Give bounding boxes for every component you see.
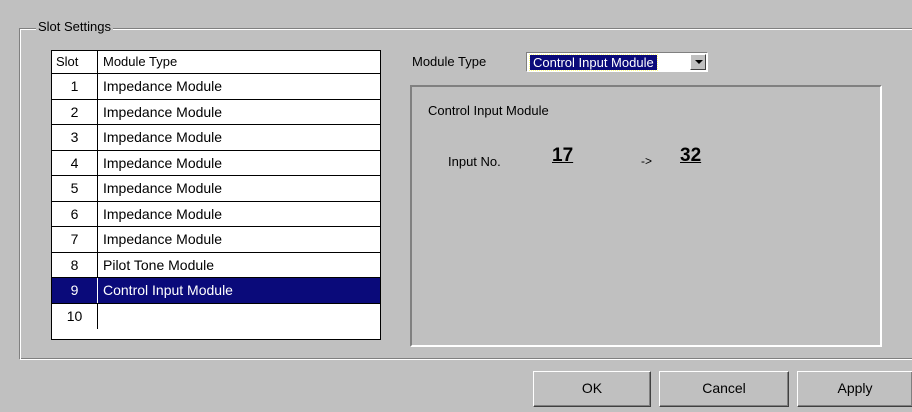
panel-title: Control Input Module [428, 103, 549, 118]
slot-number: 7 [52, 227, 98, 252]
table-row[interactable]: 4 Impedance Module [52, 150, 380, 176]
group-title: Slot Settings [36, 19, 113, 35]
module-type-cell: Impedance Module [103, 154, 223, 171]
cancel-button[interactable]: Cancel [659, 371, 789, 407]
table-row[interactable]: 2 Impedance Module [52, 99, 380, 125]
module-type-dropdown[interactable]: Control Input Module [526, 52, 708, 72]
module-type-cell: Control Input Module [103, 282, 233, 298]
table-row[interactable]: 6 Impedance Module [52, 201, 380, 227]
arrow-icon: -> [641, 154, 653, 168]
column-header-slot[interactable]: Slot [52, 51, 98, 73]
table-row[interactable]: 5 Impedance Module [52, 176, 380, 202]
table-header: Slot Module Type [52, 51, 380, 74]
input-number-label: Input No. [448, 154, 501, 169]
module-type-cell: Impedance Module [103, 205, 223, 222]
slot-number: 10 [52, 303, 98, 329]
slot-number: 4 [52, 150, 98, 175]
module-type-label: Module Type [412, 54, 487, 69]
module-settings-panel: Control Input Module Input No. 17 -> 32 [410, 85, 882, 347]
module-type-cell [98, 304, 380, 330]
table-row-selected[interactable]: 9 Control Input Module [52, 278, 380, 304]
table-row[interactable]: 1 Impedance Module [52, 74, 380, 100]
ok-button[interactable]: OK [533, 371, 651, 407]
module-type-cell: Impedance Module [103, 78, 223, 94]
slot-number: 3 [52, 125, 98, 150]
slot-table[interactable]: Slot Module Type 1 Impedance Module 2 Im… [51, 50, 381, 340]
module-type-cell: Pilot Tone Module [103, 256, 215, 273]
column-header-module-type[interactable]: Module Type [98, 51, 380, 73]
module-type-cell: Impedance Module [103, 103, 223, 120]
module-type-cell: Impedance Module [103, 231, 223, 247]
slot-number: 8 [52, 252, 98, 277]
chevron-down-icon[interactable] [690, 54, 706, 70]
apply-button[interactable]: Apply [797, 371, 912, 407]
slot-number: 5 [52, 176, 98, 201]
slot-number: 9 [52, 278, 98, 303]
module-type-cell: Impedance Module [103, 129, 223, 145]
table-row[interactable]: 7 Impedance Module [52, 227, 380, 253]
table-row[interactable]: 8 Pilot Tone Module [52, 252, 380, 278]
module-type-selected-value: Control Input Module [529, 54, 658, 71]
slot-number: 1 [52, 74, 98, 99]
slot-number: 6 [52, 201, 98, 226]
slot-number: 2 [52, 99, 98, 124]
table-row[interactable]: 10 [52, 303, 380, 330]
module-type-cell: Impedance Module [103, 180, 223, 196]
table-row[interactable]: 3 Impedance Module [52, 125, 380, 151]
input-range-start: 17 [552, 145, 574, 166]
input-range-end: 32 [680, 145, 702, 166]
